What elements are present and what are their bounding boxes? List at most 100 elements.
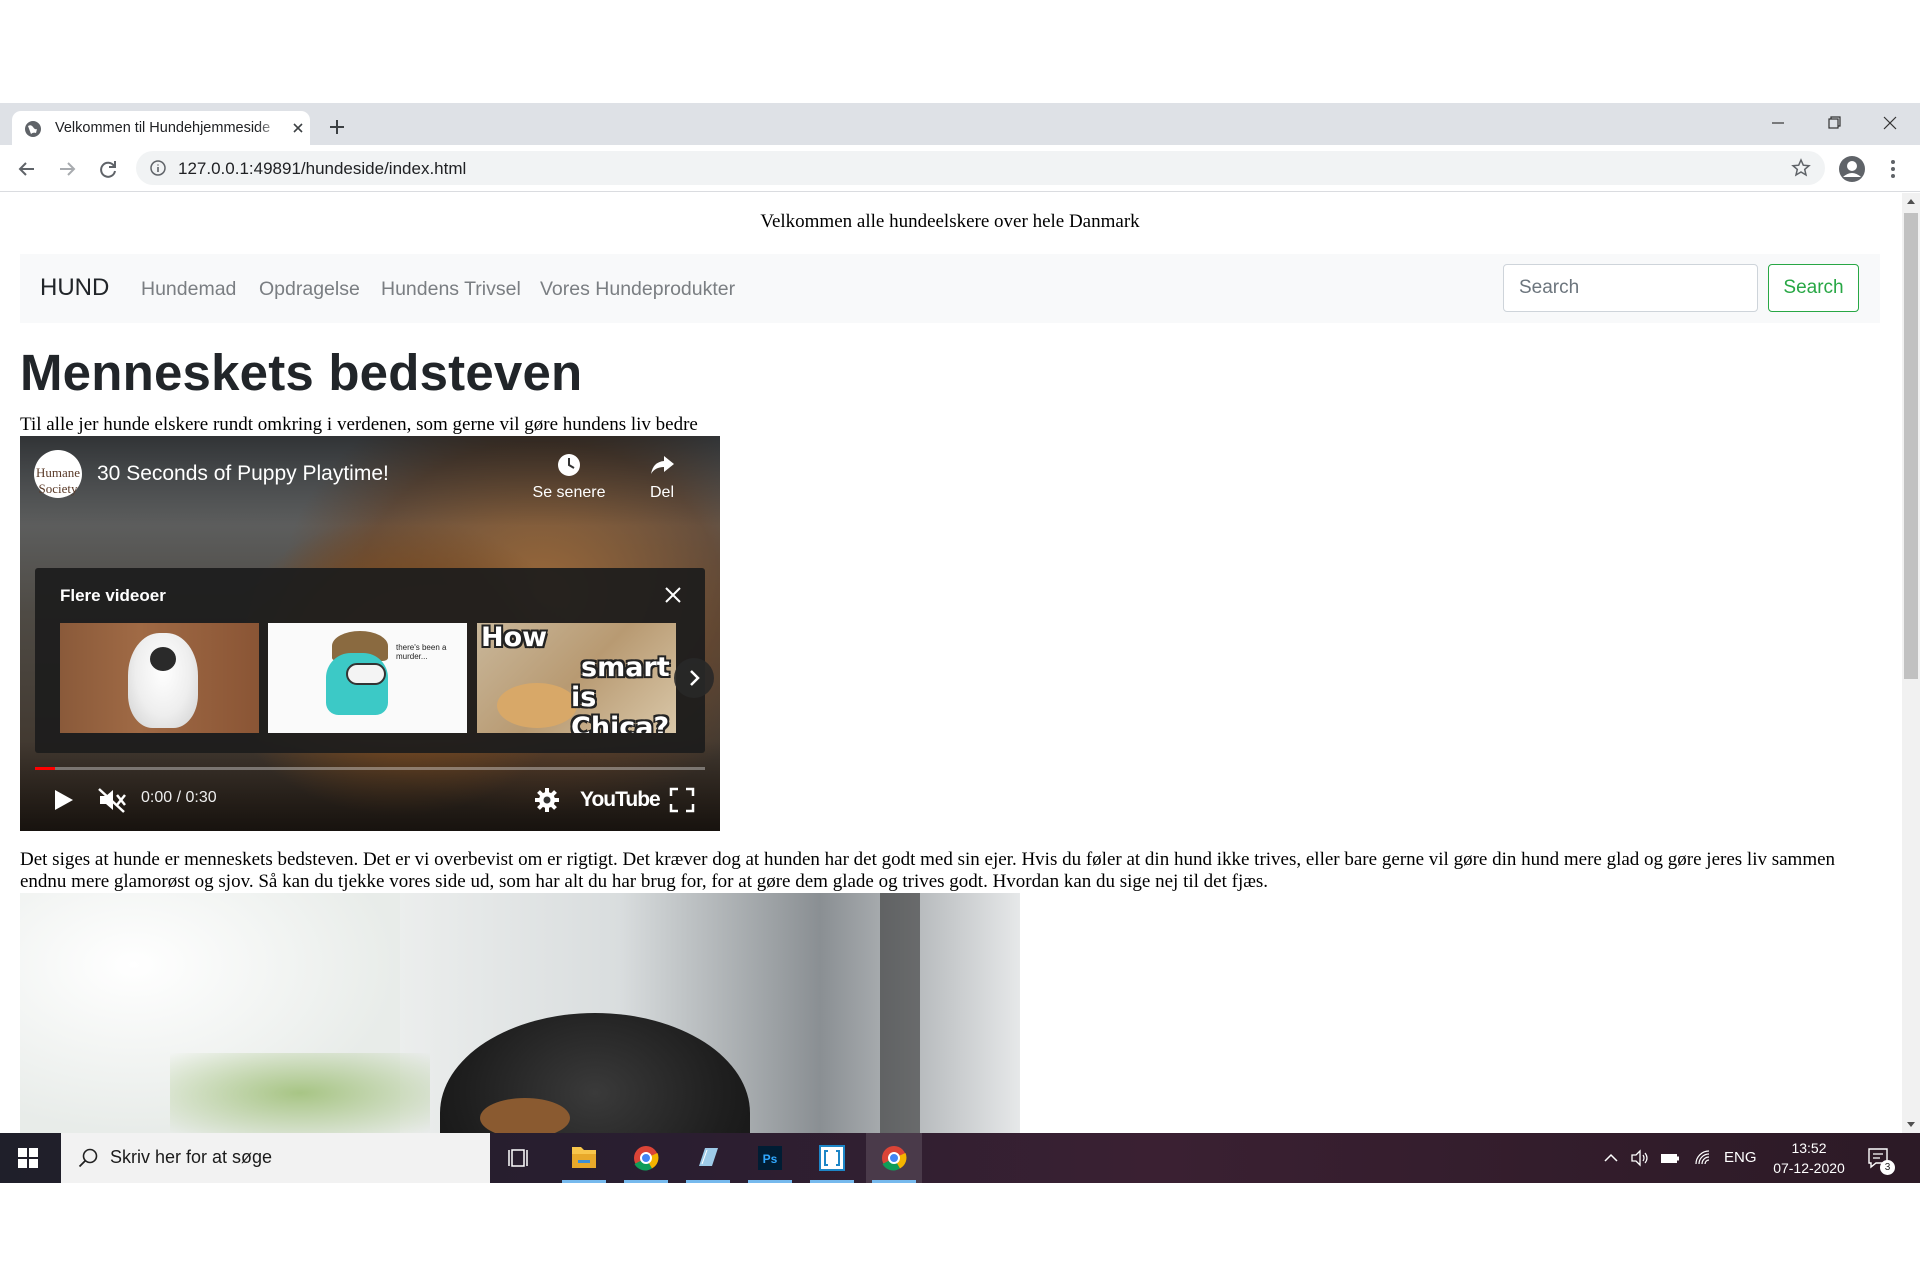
caption-line: is Chica? bbox=[571, 682, 670, 734]
notepad-icon bbox=[699, 1148, 718, 1166]
among-us-detective-thumbnail[interactable]: there's been a murder... bbox=[268, 623, 467, 733]
scrollbar-thumb[interactable] bbox=[1904, 213, 1918, 679]
page-viewport: Velkommen alle hundeelskere over hele Da… bbox=[0, 193, 1920, 1133]
fullscreen-icon[interactable] bbox=[668, 786, 696, 814]
notepad-button[interactable] bbox=[680, 1133, 736, 1183]
task-view-icon bbox=[508, 1149, 528, 1167]
browser-tab-bar: Velkommen til Hundehjemmeside bbox=[0, 103, 1920, 145]
svg-text:Ps: Ps bbox=[763, 1152, 778, 1166]
running-indicator bbox=[810, 1180, 854, 1183]
running-indicator bbox=[624, 1180, 668, 1183]
browser-toolbar: 127.0.0.1:49891/hundeside/index.html bbox=[0, 145, 1920, 192]
page-subtitle: Til alle jer hunde elskere rundt omkring… bbox=[20, 414, 698, 435]
share-arrow-icon bbox=[651, 456, 674, 474]
channel-logo[interactable]: Humane Society bbox=[34, 450, 82, 498]
forward-arrow-icon[interactable] bbox=[54, 156, 80, 182]
smart-dog-thumbnail[interactable]: How smart is Chica? bbox=[477, 623, 676, 733]
youtube-video-player[interactable]: Humane Society 30 Seconds of Puppy Playt… bbox=[20, 436, 720, 831]
battery-icon[interactable] bbox=[1660, 1148, 1680, 1168]
gear-icon[interactable] bbox=[533, 786, 561, 814]
url-text[interactable]: 127.0.0.1:49891/hundeside/index.html bbox=[178, 159, 466, 179]
file-explorer-button[interactable] bbox=[556, 1133, 612, 1183]
search-button[interactable]: Search bbox=[1768, 264, 1859, 312]
video-progress-bar[interactable] bbox=[35, 767, 705, 770]
clock-icon bbox=[558, 454, 580, 476]
video-time: 0:00 / 0:30 bbox=[141, 789, 217, 806]
chrome-button[interactable] bbox=[618, 1133, 674, 1183]
brackets-button[interactable] bbox=[804, 1133, 860, 1183]
running-indicator bbox=[686, 1180, 730, 1183]
intro-paragraph: Det siges at hunde er menneskets bedstev… bbox=[20, 849, 1836, 892]
running-indicator bbox=[748, 1180, 792, 1183]
clock-date: 07-12-2020 bbox=[1773, 1160, 1845, 1176]
running-indicator bbox=[562, 1180, 606, 1183]
scroll-down-arrow-icon[interactable] bbox=[1907, 1122, 1915, 1127]
monkey-face bbox=[150, 647, 176, 671]
dog-snout bbox=[480, 1098, 570, 1133]
tab-close-icon[interactable] bbox=[290, 120, 306, 136]
nav-link-opdragelse[interactable]: Opdragelse bbox=[259, 278, 360, 301]
close-window-icon[interactable] bbox=[1862, 103, 1918, 143]
reload-icon[interactable] bbox=[95, 156, 121, 182]
search-input[interactable] bbox=[1503, 264, 1758, 312]
video-progress-fill bbox=[35, 767, 56, 770]
new-tab-icon[interactable] bbox=[324, 114, 350, 140]
notification-count-badge: 3 bbox=[1880, 1160, 1895, 1175]
caption-line: How bbox=[481, 623, 548, 653]
youtube-logo[interactable]: YouTube bbox=[580, 788, 661, 812]
address-bar[interactable]: 127.0.0.1:49891/hundeside/index.html bbox=[136, 151, 1825, 185]
share-button[interactable]: Del bbox=[637, 452, 687, 502]
chevron-right-icon bbox=[690, 670, 700, 686]
rottweiler-image bbox=[20, 893, 1020, 1133]
kebab-menu-icon[interactable] bbox=[1880, 156, 1906, 182]
restore-window-icon[interactable] bbox=[1806, 103, 1862, 143]
nav-link-hundens-trivsel[interactable]: Hundens Trivsel bbox=[381, 278, 521, 301]
task-view-button[interactable] bbox=[492, 1133, 548, 1183]
watch-later-label: Se senere bbox=[532, 484, 606, 501]
minimize-window-icon[interactable] bbox=[1750, 103, 1806, 143]
taskbar-clock[interactable]: 13:52 07-12-2020 bbox=[1770, 1138, 1848, 1178]
thumbnail-caption: How smart is Chica? bbox=[481, 623, 671, 733]
windows-taskbar: Skriv her for at søge Ps ENG 13:52 07-12… bbox=[0, 1133, 1920, 1183]
play-icon[interactable] bbox=[49, 786, 77, 814]
speaker-icon[interactable] bbox=[1630, 1148, 1650, 1168]
chevron-up-icon[interactable] bbox=[1601, 1148, 1621, 1168]
navbar-brand[interactable]: HUND bbox=[40, 274, 109, 302]
chrome-active-button[interactable] bbox=[866, 1133, 922, 1183]
share-label: Del bbox=[649, 484, 674, 501]
video-title[interactable]: 30 Seconds of Puppy Playtime! bbox=[97, 462, 389, 486]
welcome-text: Velkommen alle hundeelskere over hele Da… bbox=[760, 211, 1140, 232]
taskbar-search-box[interactable]: Skriv her for at søge bbox=[61, 1133, 490, 1183]
nav-link-vores-hundeprodukter[interactable]: Vores Hundeprodukter bbox=[540, 278, 735, 301]
image-greenery bbox=[170, 1053, 430, 1133]
muted-speaker-icon[interactable] bbox=[97, 786, 127, 814]
navbar: HUND Hundemad Opdragelse Hundens Trivsel… bbox=[20, 254, 1880, 323]
chrome-icon bbox=[634, 1146, 659, 1171]
scroll-up-arrow-icon[interactable] bbox=[1907, 199, 1915, 204]
next-videos-button[interactable] bbox=[674, 658, 714, 698]
more-videos-title: Flere videoer bbox=[60, 586, 166, 605]
crewmate-visor bbox=[346, 663, 386, 685]
photoshop-icon: Ps bbox=[758, 1146, 782, 1170]
thumbnail-caption: there's been a murder... bbox=[396, 643, 447, 661]
site-info-icon[interactable] bbox=[150, 160, 166, 176]
photoshop-button[interactable]: Ps bbox=[742, 1133, 798, 1183]
channel-logo-text: Humane Society bbox=[35, 465, 81, 496]
search-icon bbox=[78, 1148, 98, 1168]
back-arrow-icon[interactable] bbox=[14, 156, 40, 182]
language-indicator[interactable]: ENG bbox=[1724, 1149, 1757, 1166]
white-monkey-thumbnail[interactable] bbox=[60, 623, 259, 733]
windows-start-icon[interactable] bbox=[18, 1148, 38, 1168]
nav-link-hundemad[interactable]: Hundemad bbox=[141, 278, 236, 301]
wifi-icon[interactable] bbox=[1693, 1148, 1713, 1168]
bookmark-star-icon[interactable] bbox=[1791, 158, 1811, 178]
watch-later-button[interactable]: Se senere bbox=[524, 452, 614, 502]
brackets-icon bbox=[819, 1145, 845, 1171]
profile-avatar-icon[interactable] bbox=[1838, 155, 1866, 183]
browser-tab[interactable]: Velkommen til Hundehjemmeside bbox=[12, 111, 310, 145]
globe-icon bbox=[25, 121, 41, 137]
folder-icon bbox=[572, 1147, 596, 1168]
close-icon[interactable] bbox=[663, 585, 683, 605]
running-indicator bbox=[872, 1180, 916, 1183]
page-scrollbar[interactable] bbox=[1902, 193, 1920, 1133]
